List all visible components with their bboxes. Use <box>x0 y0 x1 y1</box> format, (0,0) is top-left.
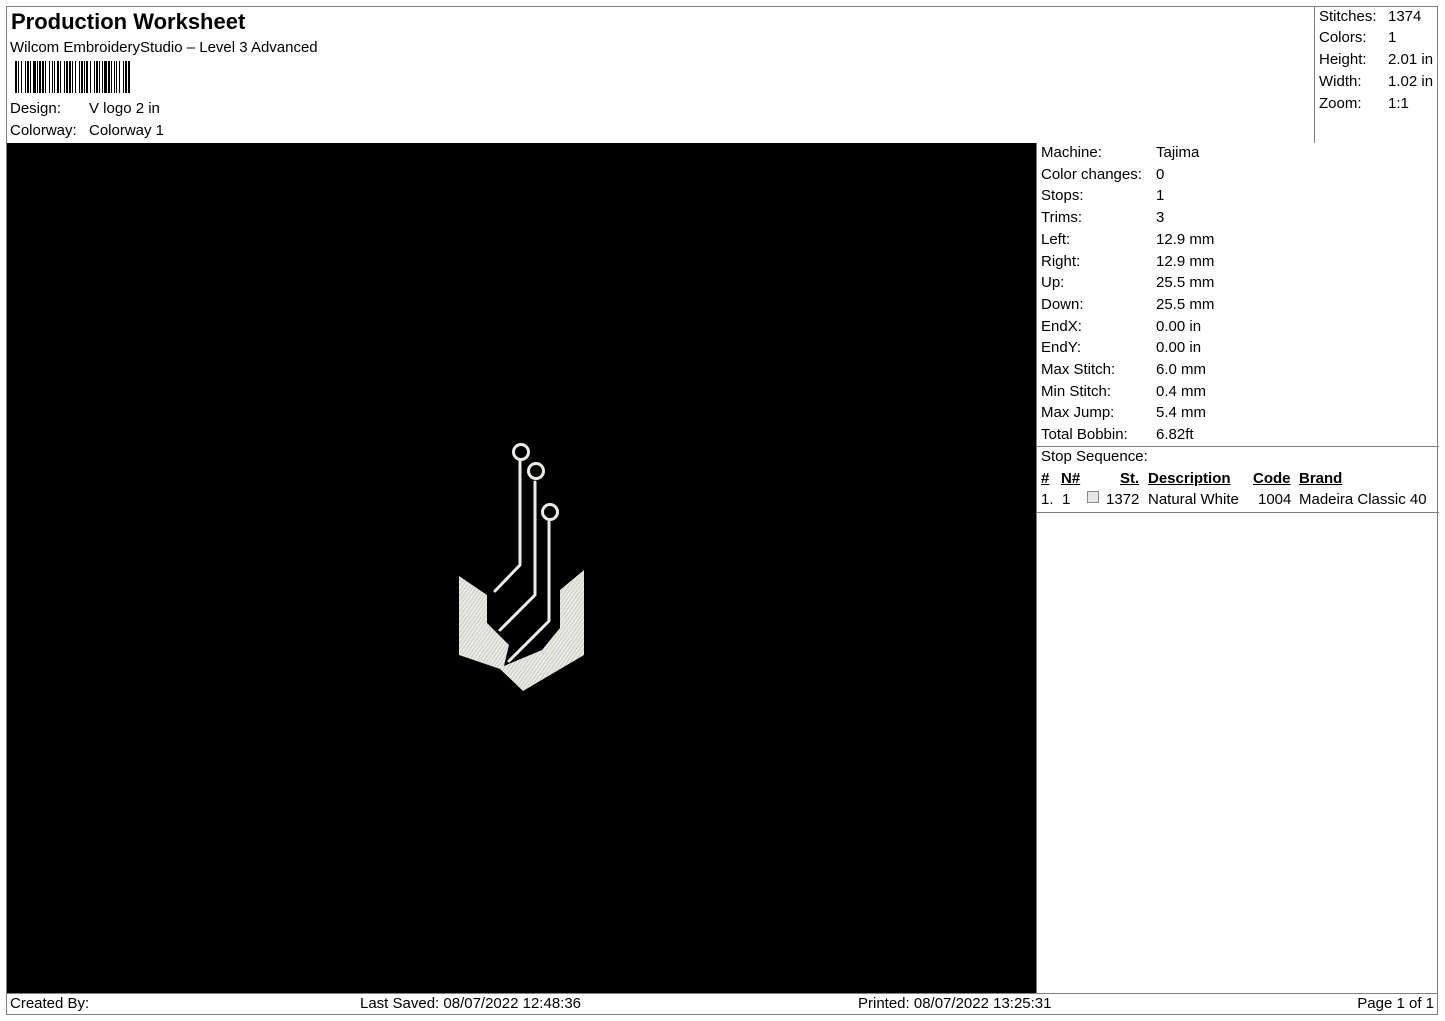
width-value: 1.02 in <box>1388 73 1434 90</box>
stop-row-code: 1004 <box>1258 491 1292 508</box>
machine-info-label: Color changes: <box>1041 165 1142 183</box>
barcode-image <box>15 61 130 93</box>
machine-info-panel: Machine: Tajima Color changes: 0 Stops: 1 Trim… <box>1036 143 1439 993</box>
machine-info-row: Machine: Tajima <box>1041 144 1199 161</box>
machine-info-value: 1 <box>1156 187 1165 205</box>
zoom-label: Zoom: <box>1319 95 1362 112</box>
machine-info-row: Max Stitch: 6.0 mm <box>1041 361 1206 378</box>
height-value: 2.01 in <box>1388 51 1434 68</box>
machine-info-label: Left: <box>1041 230 1071 248</box>
colorway-value: Colorway 1 <box>89 122 165 139</box>
machine-info-value: 25.5 mm <box>1156 295 1215 313</box>
machine-info-row: Left: 12.9 mm <box>1041 231 1214 248</box>
stitches-label: Stitches: <box>1319 8 1377 25</box>
zoom-value: 1:1 <box>1388 95 1409 112</box>
printed-date: Printed: 08/07/2022 13:25:31 <box>858 995 1052 1012</box>
col-header-brand: Brand <box>1299 470 1343 487</box>
stop-row-num: 1. <box>1041 491 1054 508</box>
machine-info-value: 0.4 mm <box>1156 382 1207 400</box>
machine-info-value: 3 <box>1156 209 1165 227</box>
worksheet-header: Production Worksheet Wilcom EmbroiderySt… <box>7 7 1315 143</box>
width-label: Width: <box>1319 73 1362 90</box>
machine-info-row: Right: 12.9 mm <box>1041 253 1214 270</box>
machine-info-label: Machine: <box>1041 144 1102 161</box>
page-number: Page 1 of 1 <box>1357 995 1434 1012</box>
colors-label: Colors: <box>1319 29 1367 46</box>
divider <box>1037 512 1439 513</box>
machine-info-label: Right: <box>1041 252 1081 270</box>
width-row: Width: 1.02 in <box>1319 73 1433 90</box>
stitches-row: Stitches: 1374 <box>1319 8 1421 25</box>
machine-info-value: 12.9 mm <box>1156 230 1215 248</box>
machine-info-label: Max Jump: <box>1041 404 1115 422</box>
col-header-stitches: St. <box>1120 470 1140 487</box>
col-header-description: Description <box>1148 470 1231 487</box>
machine-info-value: 0.00 in <box>1156 317 1202 335</box>
stop-row-description: Natural White <box>1148 491 1239 508</box>
machine-info-value: 0.00 in <box>1156 339 1202 357</box>
machine-info-value: 5.4 mm <box>1156 404 1207 422</box>
machine-info-row: EndY: 0.00 in <box>1041 339 1201 356</box>
design-preview <box>7 143 1036 993</box>
machine-info-label: Stops: <box>1041 187 1084 205</box>
divider <box>1037 446 1439 447</box>
software-name: Wilcom EmbroideryStudio – Level 3 Advanc… <box>10 39 318 56</box>
stop-row-brand: Madeira Classic 40 <box>1299 491 1427 508</box>
stop-row-stitches: 1372 <box>1106 491 1140 508</box>
stop-row-needle: 1 <box>1062 491 1071 508</box>
machine-info-row: Color changes: 0 <box>1041 166 1164 183</box>
thread-color-swatch <box>1087 491 1099 503</box>
machine-info-label: Min Stitch: <box>1041 382 1112 400</box>
machine-info-label: EndY: <box>1041 339 1082 357</box>
design-summary: Stitches: 1374 Colors: 1 Height: 2.01 in Wi… <box>1315 7 1437 143</box>
created-by: Created By: <box>10 995 90 1012</box>
col-header-needle: N# <box>1061 470 1081 487</box>
machine-info-value: 6.0 mm <box>1156 361 1207 378</box>
design-value: V logo 2 in <box>89 100 160 117</box>
zoom-row: Zoom: 1:1 <box>1319 95 1409 112</box>
colors-row: Colors: 1 <box>1319 29 1396 46</box>
production-worksheet: Production Worksheet Wilcom EmbroiderySt… <box>6 6 1439 1015</box>
machine-info-row: Min Stitch: 0.4 mm <box>1041 383 1206 400</box>
col-header-code: Code <box>1253 470 1291 487</box>
embroidery-design-image <box>459 443 584 691</box>
col-header-num: # <box>1041 470 1050 487</box>
design-label: Design: <box>10 100 61 117</box>
machine-info-label: Down: <box>1041 295 1084 313</box>
machine-info-value: 0 <box>1156 165 1165 183</box>
machine-info-value: 25.5 mm <box>1156 274 1215 292</box>
machine-info-row: Max Jump: 5.4 mm <box>1041 404 1206 421</box>
colorway-label: Colorway: <box>10 122 77 139</box>
height-row: Height: 2.01 in <box>1319 51 1433 68</box>
stop-sequence-title: Stop Sequence: <box>1041 448 1148 465</box>
machine-info-label: Total Bobbin: <box>1041 426 1128 444</box>
colors-value: 1 <box>1388 29 1397 46</box>
machine-info-label: Up: <box>1041 274 1065 292</box>
machine-info-label: Max Stitch: <box>1041 361 1116 378</box>
machine-info-row: Total Bobbin: 6.82ft <box>1041 426 1194 443</box>
colorway-row: Colorway: Colorway 1 <box>10 122 164 139</box>
worksheet-footer: Created By: Last Saved: 08/07/2022 12:48… <box>7 993 1437 1014</box>
page-title: Production Worksheet <box>11 9 246 34</box>
stitches-value: 1374 <box>1388 8 1422 25</box>
machine-info-row: Trims: 3 <box>1041 209 1164 226</box>
machine-info-row: Stops: 1 <box>1041 187 1164 204</box>
height-label: Height: <box>1319 51 1367 68</box>
machine-info-value: Tajima <box>1156 144 1200 161</box>
machine-info-label: Trims: <box>1041 209 1083 227</box>
machine-info-row: Up: 25.5 mm <box>1041 274 1214 291</box>
design-row: Design: V logo 2 in <box>10 100 160 117</box>
machine-info-value: 6.82ft <box>1156 426 1194 444</box>
last-saved: Last Saved: 08/07/2022 12:48:36 <box>360 995 582 1012</box>
machine-info-label: EndX: <box>1041 317 1082 335</box>
machine-info-row: Down: 25.5 mm <box>1041 296 1214 313</box>
machine-info-row: EndX: 0.00 in <box>1041 318 1201 335</box>
machine-info-value: 12.9 mm <box>1156 252 1215 270</box>
